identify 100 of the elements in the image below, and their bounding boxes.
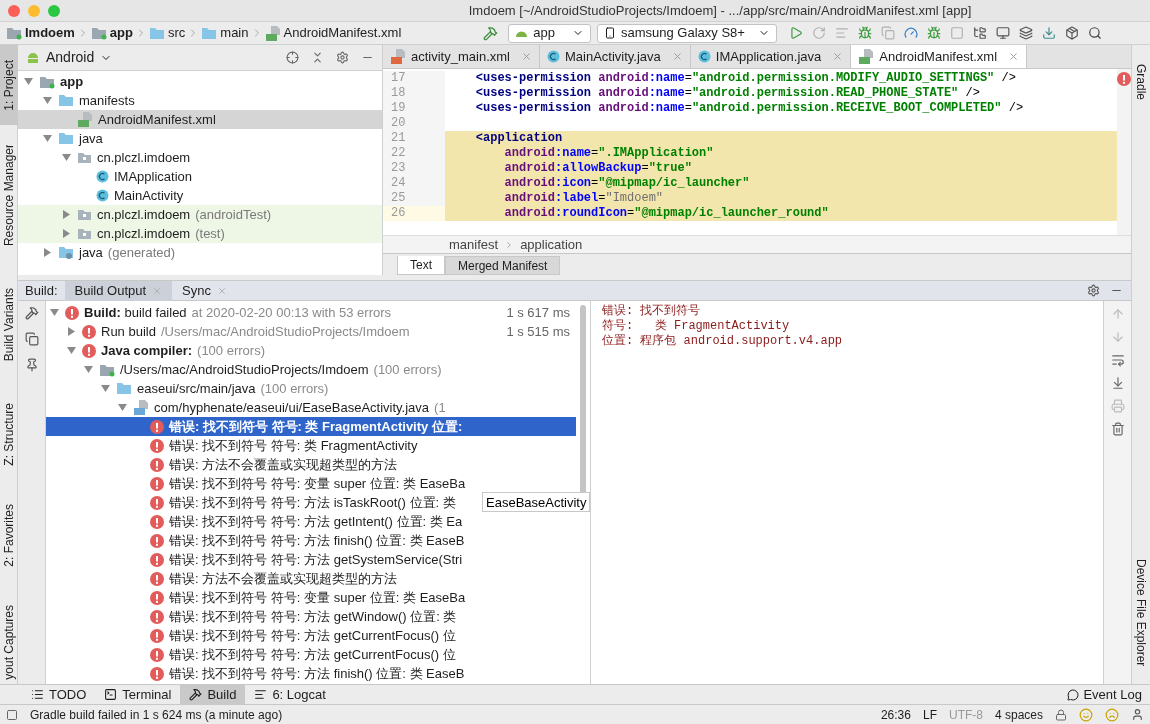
lock-icon[interactable]: [1055, 708, 1067, 721]
tool-window-tab[interactable]: Z: Structure: [0, 398, 18, 470]
build-tree-row[interactable]: Java compiler: (100 errors): [46, 341, 576, 360]
smile-icon[interactable]: [1079, 707, 1093, 722]
editor-mode-tab[interactable]: Text: [397, 256, 445, 275]
device-dropdown[interactable]: samsung Galaxy S8+: [597, 23, 777, 43]
line-separator[interactable]: LF: [922, 705, 937, 724]
build-tree-row[interactable]: 错误: 找不到符号 符号: 方法 getIntent() 位置: 类 Ea: [46, 512, 576, 531]
tree-item[interactable]: app: [18, 72, 382, 91]
avd-manager-icon[interactable]: [995, 26, 1010, 40]
breadcrumb[interactable]: src: [148, 23, 186, 43]
build-tree-row[interactable]: 错误: 方法不会覆盖或实现超类型的方法: [46, 569, 576, 588]
tree-item[interactable]: AndroidManifest.xml: [18, 110, 382, 129]
search-icon[interactable]: [1087, 26, 1102, 40]
close-icon[interactable]: [671, 51, 683, 62]
caret-right-icon[interactable]: [67, 327, 76, 336]
profile-icon[interactable]: [903, 26, 918, 40]
build-tree-row[interactable]: com/hyphenate/easeui/ui/EaseBaseActivity.java (1: [46, 398, 576, 417]
trash-icon[interactable]: [1110, 422, 1125, 436]
breadcrumb[interactable]: AndroidManifest.xml: [264, 23, 402, 43]
build-tree-row[interactable]: /Users/mac/AndroidStudioProjects/Imdoem (100 errors): [46, 360, 576, 379]
tool-window-tab[interactable]: Gradle: [1131, 55, 1150, 110]
tree-item[interactable]: cn.plczl.imdoem: [18, 148, 382, 167]
tree-item[interactable]: MainActivity: [18, 186, 382, 205]
caret-down-icon[interactable]: [43, 96, 52, 105]
close-icon[interactable]: [832, 51, 844, 62]
tool-window-tab[interactable]: yout Captures: [0, 605, 18, 680]
caret-right-icon[interactable]: [62, 210, 71, 219]
build-tree-row[interactable]: 错误: 找不到符号 符号: 方法 getWindow() 位置: 类: [46, 607, 576, 626]
build-tree-row[interactable]: Build: build failed at 2020-02-20 00:13 with 53 errors 1 s 617 ms: [46, 303, 576, 322]
caret-down-icon[interactable]: [84, 365, 93, 374]
close-icon[interactable]: [1008, 51, 1020, 62]
indent-setting[interactable]: 4 spaces: [994, 705, 1043, 724]
tree-item[interactable]: manifests: [18, 91, 382, 110]
caret-position[interactable]: 26:36: [880, 705, 911, 724]
panel-tab[interactable]: Build Output: [64, 280, 173, 301]
caret-right-icon[interactable]: [62, 229, 71, 238]
build-tree-row[interactable]: 错误: 找不到符号 符号: 变量 super 位置: 类 EaseBa: [46, 588, 576, 607]
run-config-dropdown[interactable]: app: [508, 23, 591, 43]
person-icon[interactable]: [1131, 708, 1144, 721]
caret-right-icon[interactable]: [43, 248, 52, 257]
package-icon[interactable]: [1064, 26, 1079, 40]
close-button[interactable]: [8, 4, 20, 17]
event-log-button[interactable]: Event Log: [1067, 684, 1142, 705]
caret-down-icon[interactable]: [62, 153, 71, 162]
breadcrumb[interactable]: application: [520, 234, 583, 255]
breadcrumb[interactable]: manifest: [449, 234, 499, 255]
tool-window-button[interactable]: Terminal: [95, 684, 181, 705]
caret-down-icon[interactable]: [101, 384, 110, 393]
tree-item[interactable]: cn.plczl.imdoem (androidTest): [18, 205, 382, 224]
settings-icon[interactable]: [336, 51, 349, 64]
tool-window-tab[interactable]: 1: Project: [0, 45, 18, 125]
editor-tab[interactable]: AndroidManifest.xml: [851, 45, 1028, 68]
caret-down-icon[interactable]: [50, 308, 59, 317]
build-tree-row[interactable]: 错误: 找不到符号 符号: 方法 getCurrentFocus() 位: [46, 645, 576, 664]
tool-window-button[interactable]: 6: Logcat: [245, 684, 335, 705]
caret-down-icon[interactable]: [43, 134, 52, 143]
build-tree-row[interactable]: 错误: 方法不会覆盖或实现超类型的方法: [46, 455, 576, 474]
frown-icon[interactable]: [1105, 707, 1119, 722]
build-tree-row[interactable]: 错误: 找不到符号 符号: 方法 getSystemService(Stri: [46, 550, 576, 569]
breadcrumb[interactable]: main: [201, 23, 249, 43]
pin-icon[interactable]: [24, 358, 39, 372]
tree-item[interactable]: IMApplication: [18, 167, 382, 186]
tool-window-button[interactable]: TODO: [22, 684, 96, 705]
locate-icon[interactable]: [286, 51, 299, 64]
breadcrumb[interactable]: Imdoem: [6, 23, 75, 43]
print-icon[interactable]: [1110, 399, 1125, 413]
editor-mode-tab[interactable]: Merged Manifest: [445, 256, 561, 275]
rerun-icon[interactable]: [811, 26, 826, 40]
hammer-icon[interactable]: [24, 306, 39, 320]
caret-down-icon[interactable]: [24, 77, 33, 86]
collapse-all-icon[interactable]: [311, 51, 324, 64]
close-icon[interactable]: [520, 51, 532, 62]
build-tree-row[interactable]: 错误: 找不到符号 符号: 方法 finish() 位置: 类 EaseB: [46, 664, 576, 683]
build-tree-row[interactable]: 错误: 找不到符号 符号: 类 FragmentActivity 位置:: [46, 417, 576, 436]
settings-icon[interactable]: [1087, 284, 1100, 297]
tree-item[interactable]: java (generated): [18, 243, 382, 262]
build-tree-row[interactable]: 错误: 找不到符号 符号: 方法 getCurrentFocus() 位: [46, 626, 576, 645]
build-tree-row[interactable]: easeui/src/main/java (100 errors): [46, 379, 576, 398]
build-tree-row[interactable]: Run build /Users/mac/AndroidStudioProjects/Imdoem 1 s 515 ms: [46, 322, 576, 341]
attach-debugger-icon[interactable]: [926, 26, 941, 40]
scroll-to-end-icon[interactable]: [1110, 376, 1125, 390]
tool-window-tab[interactable]: 2: Favorites: [0, 500, 18, 570]
panel-tab[interactable]: Sync: [172, 280, 237, 301]
tool-window-button[interactable]: Build: [180, 684, 246, 705]
wrap-text-icon[interactable]: [1110, 353, 1125, 367]
view-dropdown[interactable]: Android: [46, 47, 113, 68]
tool-window-tab[interactable]: Device File Explorer: [1131, 550, 1150, 675]
run-icon[interactable]: [788, 26, 803, 40]
build-tree-row[interactable]: 错误: 找不到符号 符号: 方法 finish() 位置: 类 EaseB: [46, 531, 576, 550]
debug-icon[interactable]: [857, 26, 872, 40]
build-tree-row[interactable]: 错误: 找不到符号 符号: 变量 super 位置: 类 EaseBa: [46, 474, 576, 493]
tool-window-tab[interactable]: Build Variants: [0, 285, 18, 365]
build-tree-row[interactable]: 错误: 找不到符号 符号: 类 FragmentActivity: [46, 436, 576, 455]
hammer-icon[interactable]: [483, 25, 499, 41]
breadcrumb[interactable]: app: [90, 23, 133, 43]
tree-item[interactable]: java: [18, 129, 382, 148]
caret-down-icon[interactable]: [118, 403, 127, 412]
zoom-button[interactable]: [48, 4, 60, 17]
tree-item[interactable]: cn.plczl.imdoem (test): [18, 224, 382, 243]
